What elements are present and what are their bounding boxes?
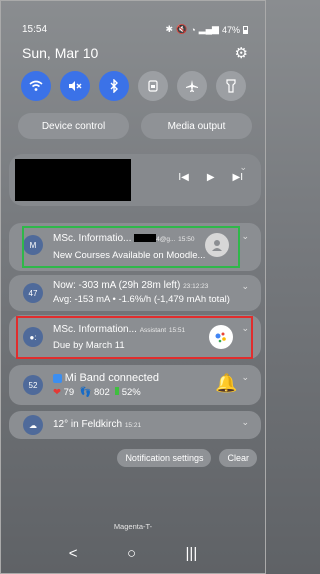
battery-percent: 47% xyxy=(221,24,240,35)
back-icon[interactable]: < xyxy=(69,545,78,562)
miband-logo-icon xyxy=(53,373,62,383)
notification-time: 23:12:23 xyxy=(183,283,209,290)
notification-title: 12° in Feldkirch xyxy=(53,419,123,430)
notification-weather[interactable]: ☁ 12° in Feldkirch 15:21 ⌄ xyxy=(9,411,261,439)
mute-icon: 🔇 xyxy=(176,24,188,34)
screen-lock-icon[interactable] xyxy=(138,71,168,101)
steps-icon: 👣 xyxy=(79,387,92,398)
chevron-down-icon[interactable]: ⌄ xyxy=(241,231,249,242)
notification-battery[interactable]: 47 Now: -303 mA (29h 28m left) 23:12:23 … xyxy=(9,275,261,311)
band-battery: 52% xyxy=(121,387,141,398)
next-icon[interactable]: ▶I xyxy=(233,172,243,183)
wifi-icon[interactable] xyxy=(21,71,51,101)
notification-body: Avg: -153 mA • -1.6%/h (-1,479 mAh total… xyxy=(53,294,230,305)
clear-button[interactable]: Clear xyxy=(219,449,257,467)
battery-app-icon: 47 xyxy=(23,283,43,303)
battery-green-icon xyxy=(115,387,120,395)
clock: 15:54 xyxy=(22,24,48,35)
media-output-button[interactable]: Media output xyxy=(141,113,252,139)
status-bar: 15:54 ✱ 🔇 ◔ ▂▄▆ 47% xyxy=(22,24,248,35)
chevron-down-icon[interactable]: ⌄ xyxy=(241,417,249,428)
chevron-down-icon[interactable]: ⌄ xyxy=(241,281,249,292)
signal-icon: ▂▄▆ xyxy=(198,24,219,34)
home-icon[interactable]: ○ xyxy=(127,545,136,562)
device-control-button[interactable]: Device control xyxy=(18,113,129,139)
notification-miband[interactable]: 52 Mi Band connected ❤ 79 👣 802 52% 🔔 ⌄ xyxy=(9,365,261,405)
mute-icon[interactable] xyxy=(60,71,90,101)
wifi-icon: ◔ xyxy=(190,24,196,35)
miband-app-icon: 52 xyxy=(23,375,43,395)
flashlight-icon[interactable] xyxy=(216,71,246,101)
chevron-down-icon[interactable]: ⌄ xyxy=(241,372,249,383)
carrier-label: Magenta-T- xyxy=(113,522,153,531)
media-artwork xyxy=(15,159,131,201)
bell-icon: 🔔 xyxy=(215,373,238,393)
notification-title: Mi Band connected xyxy=(64,372,159,384)
heart-icon: ❤ xyxy=(53,387,61,398)
previous-icon[interactable]: I◀ xyxy=(178,172,188,183)
navigation-bar: < ○ ||| xyxy=(0,545,266,562)
highlight-box-green xyxy=(22,226,240,268)
gear-icon[interactable]: ⚙ xyxy=(235,44,248,62)
bluetooth-icon[interactable] xyxy=(99,71,129,101)
battery-icon xyxy=(243,25,248,34)
notification-title: Now: -303 mA (29h 28m left) xyxy=(53,280,181,291)
date-label: Sun, Mar 10 xyxy=(22,45,99,61)
bluetooth-icon: ✱ xyxy=(165,24,174,34)
heart-rate: 79 xyxy=(63,387,75,398)
recents-icon[interactable]: ||| xyxy=(186,545,198,562)
steps-count: 802 xyxy=(93,387,110,398)
notification-settings-button[interactable]: Notification settings xyxy=(117,449,212,467)
play-icon[interactable]: ▶ xyxy=(207,172,215,183)
highlight-box-red xyxy=(16,316,253,359)
airplane-icon[interactable] xyxy=(177,71,207,101)
quick-toggles xyxy=(21,71,246,101)
media-player: ⌄ I◀ ▶ ▶I xyxy=(9,154,261,206)
cloud-icon: ☁ xyxy=(23,415,43,435)
notification-time: 15:21 xyxy=(124,422,142,429)
